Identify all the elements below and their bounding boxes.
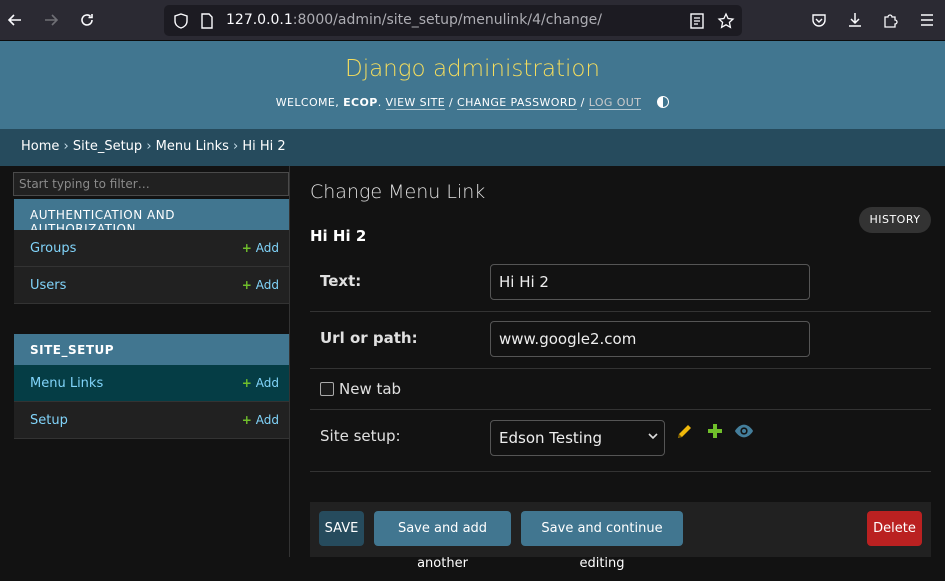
module-caption[interactable]: SITE_SETUP (14, 334, 289, 365)
sidebar-item-menu-links[interactable]: Menu Links + Add (14, 365, 289, 402)
plus-icon: + (241, 413, 252, 427)
object-title: Hi Hi 2 (310, 227, 367, 245)
plus-icon: + (241, 278, 252, 292)
site-setup-selected: Edson Testing (499, 429, 603, 447)
user-tools-sep: / (449, 96, 454, 109)
sidebar-item-groups[interactable]: Groups + Add (14, 230, 289, 267)
breadcrumb: Home › Site_Setup › Menu Links › Hi Hi 2 (0, 129, 945, 166)
add-menu-links-link[interactable]: + Add (242, 376, 279, 390)
add-label: Add (255, 413, 279, 427)
puzzle-icon[interactable] (882, 11, 900, 29)
theme-toggle-icon[interactable] (657, 96, 670, 108)
delete-button[interactable]: Delete (867, 511, 922, 546)
reload-icon[interactable] (75, 8, 99, 32)
view-site-link[interactable]: VIEW SITE (385, 96, 446, 110)
site-name[interactable]: Django administration (0, 56, 945, 82)
form-row-url: Url or path: www.google2.com (310, 312, 931, 369)
reader-view-icon[interactable] (688, 12, 706, 30)
save-and-continue-button[interactable]: Save and continue editing (521, 511, 683, 571)
model-link[interactable]: Users (30, 278, 66, 293)
save-and-add-another-button[interactable]: Save and add another (374, 511, 511, 571)
url-label: Url or path: (320, 329, 418, 347)
pocket-icon[interactable] (810, 11, 828, 29)
site-setup-label: Site setup: (320, 427, 401, 445)
breadcrumb-sep: › (146, 139, 152, 154)
pencil-icon[interactable] (675, 421, 695, 441)
url-field[interactable]: www.google2.com (490, 321, 810, 357)
welcome-text: WELCOME, (275, 96, 340, 109)
new-tab-label[interactable]: New tab (339, 380, 401, 398)
nav-sidebar: Start typing to filter… AUTHENTICATION A… (0, 166, 290, 557)
add-label: Add (255, 376, 279, 390)
form-row-new-tab: New tab (310, 369, 931, 410)
module-caption[interactable]: AUTHENTICATION AND AUTHORIZATION (14, 199, 289, 236)
add-label: Add (255, 241, 279, 255)
text-label: Text: (320, 272, 362, 290)
download-icon[interactable] (846, 11, 864, 29)
add-users-link[interactable]: + Add (242, 278, 279, 292)
chevron-down-icon (648, 430, 658, 444)
username: ECOP (343, 96, 378, 109)
arrow-left-icon[interactable] (3, 8, 27, 32)
save-button[interactable]: SAVE (319, 511, 364, 546)
submit-row: SAVE Save and add another Save and conti… (310, 502, 931, 571)
user-tools-sep: / (580, 96, 585, 109)
hamburger-menu-icon[interactable] (918, 11, 936, 29)
log-out-link[interactable]: LOG OUT (588, 96, 642, 110)
model-link[interactable]: Menu Links (30, 376, 103, 391)
form-row-site-setup: Site setup: Edson Testing (310, 410, 931, 472)
add-groups-link[interactable]: + Add (242, 241, 279, 255)
breadcrumb-sep: › (63, 139, 69, 154)
star-icon[interactable] (717, 12, 735, 30)
browser-toolbar: 127.0.0.1:8000/admin/site_setup/menulink… (0, 0, 945, 41)
plus-icon: + (241, 241, 252, 255)
sidebar-item-setup[interactable]: Setup + Add (14, 402, 289, 439)
arrow-right-icon[interactable] (39, 8, 63, 32)
page-title: Change Menu Link (310, 181, 486, 203)
new-tab-checkbox[interactable] (320, 382, 334, 396)
add-setup-link[interactable]: + Add (242, 413, 279, 427)
text-field[interactable]: Hi Hi 2 (490, 264, 810, 300)
breadcrumb-model[interactable]: Menu Links (156, 139, 229, 154)
site-setup-select[interactable]: Edson Testing (490, 420, 665, 456)
form-row-text: Text: Hi Hi 2 (310, 255, 931, 312)
page-icon[interactable] (198, 12, 216, 30)
site-header: Django administration WELCOME, ECOP. VIE… (0, 41, 945, 129)
sidebar-item-users[interactable]: Users + Add (14, 267, 289, 304)
url-path: :8000/admin/site_setup/menulink/4/change… (292, 12, 602, 28)
breadcrumb-home[interactable]: Home (21, 139, 59, 154)
nav-filter-input[interactable]: Start typing to filter… (13, 172, 289, 196)
history-button[interactable]: HISTORY (859, 207, 931, 233)
plus-icon: + (241, 376, 252, 390)
change-password-link[interactable]: CHANGE PASSWORD (457, 96, 577, 110)
add-label: Add (255, 278, 279, 292)
plus-icon[interactable] (705, 421, 725, 441)
breadcrumb-app[interactable]: Site_Setup (73, 139, 142, 154)
breadcrumb-sep: › (233, 139, 239, 154)
breadcrumb-object: Hi Hi 2 (242, 139, 286, 154)
user-tools: WELCOME, ECOP. VIEW SITE / CHANGE PASSWO… (0, 96, 945, 110)
shield-icon[interactable] (172, 12, 190, 30)
url-host: 127.0.0.1 (226, 12, 293, 28)
eye-icon[interactable] (734, 421, 754, 441)
url-text: 127.0.0.1:8000/admin/site_setup/menulink… (226, 12, 602, 28)
model-link[interactable]: Setup (30, 413, 68, 428)
model-link[interactable]: Groups (30, 241, 76, 256)
module-site-setup: SITE_SETUP Menu Links + Add Setup + Add (14, 334, 289, 439)
url-bar[interactable]: 127.0.0.1:8000/admin/site_setup/menulink… (164, 5, 742, 36)
module-auth: AUTHENTICATION AND AUTHORIZATION Groups … (14, 199, 289, 304)
